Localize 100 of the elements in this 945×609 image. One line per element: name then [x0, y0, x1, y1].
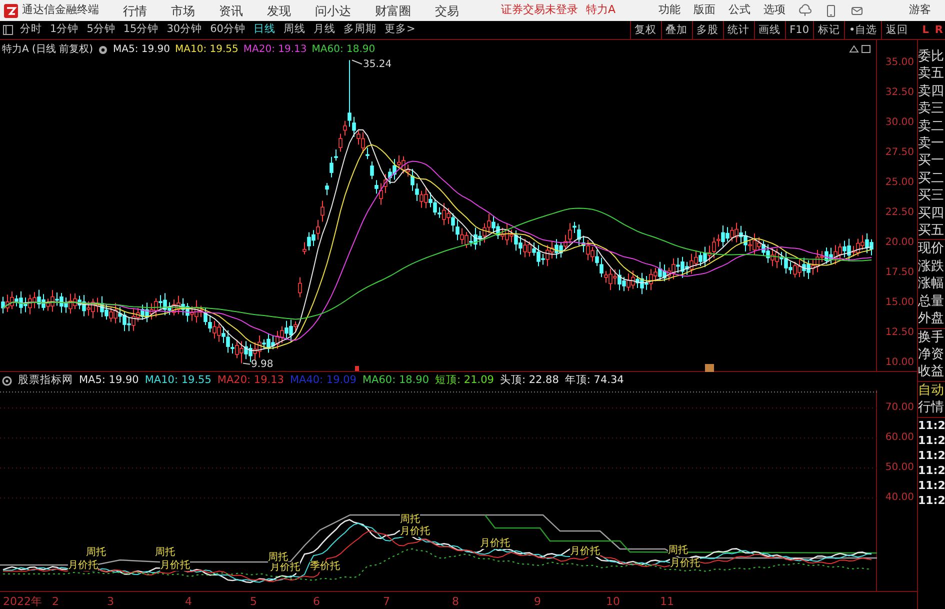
toolbar-button[interactable]: 统计	[722, 20, 754, 40]
panel-tab[interactable]: 行情	[918, 399, 945, 417]
price-axis-label: 20.00	[885, 237, 914, 249]
date-axis-label: 9	[534, 594, 541, 609]
period-tab[interactable]: 日线	[254, 22, 276, 38]
toolbar-menu-item[interactable]: 版面	[694, 2, 716, 19]
indicator-annotation: 月价托	[670, 558, 700, 569]
quote-field-label: 卖二	[918, 118, 945, 136]
price-axis-label: 17.50	[885, 267, 914, 279]
panel-toggle-icon[interactable]	[2, 24, 14, 36]
low-price-label: 9.98	[251, 358, 274, 372]
period-tab[interactable]: 月线	[314, 22, 336, 38]
menu-item[interactable]: 资讯	[219, 2, 243, 20]
price-axis-label: 35.00	[885, 57, 914, 69]
indicator-annotation: 月价托	[400, 526, 430, 537]
date-axis-label: 2	[52, 594, 59, 609]
date-axis-label: 3	[107, 594, 114, 609]
quote-field-label: 总量	[918, 292, 945, 310]
panel-tab[interactable]: 自动	[918, 380, 945, 400]
trade-time: 11:2	[918, 416, 945, 433]
period-tab[interactable]: 5分钟	[86, 22, 116, 38]
logo-icon	[4, 4, 18, 18]
menu-item[interactable]: 财富圈	[375, 2, 411, 20]
period-tab[interactable]: 30分钟	[166, 22, 202, 38]
indicator-annotation: 季价托	[310, 561, 340, 572]
high-price-label: 35.24	[363, 58, 392, 72]
price-axis-label: 10.00	[885, 357, 914, 369]
quote-field-label: 卖五	[918, 65, 945, 83]
menu-item[interactable]: 市场	[171, 2, 195, 20]
trade-time: 11:2	[918, 448, 945, 463]
toolbar-button[interactable]: 画线	[754, 20, 785, 40]
period-tab[interactable]: 15分钟	[123, 22, 159, 38]
toolbar-menu-item[interactable]: 功能	[658, 2, 681, 19]
trade-time: 11:2	[918, 462, 945, 478]
cloud-icon[interactable]	[798, 4, 812, 18]
quote-field-label: 卖一	[918, 135, 945, 152]
quote-field-label: 委比	[918, 48, 945, 66]
date-axis-label: 2022年	[3, 594, 42, 609]
menu-item[interactable]: 交易	[435, 2, 459, 20]
indicator-annotation: 周托	[86, 547, 106, 558]
menu-item[interactable]: 行情	[123, 2, 147, 20]
period-tab[interactable]: 1分钟	[50, 22, 79, 38]
app-name: 通达信金融终端	[22, 2, 99, 18]
quote-field-label: 涨幅	[918, 275, 945, 293]
quote-field-label: 买五	[918, 222, 945, 240]
indicator-value: MA60: 18.90	[362, 373, 430, 388]
toolbar-button[interactable]: 返回	[881, 20, 912, 40]
ma-value: MA60: 18.90	[312, 43, 376, 57]
period-tab[interactable]: 更多>	[384, 22, 416, 38]
menu-item[interactable]: 发现	[267, 2, 291, 20]
trade-time: 11:2	[918, 492, 945, 508]
indicator-annotation: 月价托	[480, 538, 510, 549]
toolbar-button[interactable]: 多股	[692, 20, 723, 40]
quote-field-label: 换手	[918, 328, 945, 346]
quote-field-label: 买四	[918, 204, 945, 222]
indicator-value: 年顶: 74.34	[564, 373, 624, 388]
toolbar-button[interactable]: 复权	[630, 20, 661, 40]
toolbar-menu-item[interactable]: 公式	[728, 2, 751, 19]
price-axis-label: 15.00	[885, 297, 914, 309]
indicator-annotation: 周托	[155, 547, 175, 558]
price-axis-label: 32.50	[885, 87, 914, 99]
period-tab[interactable]: 多周期	[344, 22, 376, 38]
indicator-annotation: 月价托	[68, 560, 98, 571]
quote-field-label: 卖三	[918, 100, 945, 118]
period-tab[interactable]: 周线	[284, 22, 306, 38]
layout-toggle[interactable]: L	[918, 20, 933, 40]
user-name[interactable]: 游客	[909, 2, 931, 19]
period-tab[interactable]: 60分钟	[210, 22, 246, 38]
trade-time: 11:2	[918, 478, 945, 493]
indicator-annotation: 周托	[268, 552, 288, 563]
toolbar-button[interactable]: •自选	[844, 20, 882, 40]
event-marker-icon[interactable]	[705, 364, 714, 372]
date-axis-label: 11	[660, 594, 674, 609]
toolbar-button[interactable]: F10	[784, 20, 813, 40]
indicator-axis-label: 60.00	[885, 432, 914, 444]
indicator-value: MA10: 19.55	[144, 373, 212, 388]
price-axis-label: 30.00	[885, 117, 914, 129]
indicator-value: MA40: 19.09	[290, 373, 356, 388]
event-marker-icon[interactable]	[355, 366, 359, 371]
ma-value: MA20: 19.13	[243, 43, 307, 57]
indicator-value: 短顶: 21.09	[435, 373, 494, 388]
menu-item[interactable]: 问小达	[315, 2, 351, 20]
indicator-annotation: 周托	[668, 545, 688, 556]
login-status: 证券交易未登录	[501, 2, 578, 18]
ma-value: MA5: 19.90	[113, 43, 170, 57]
period-tab[interactable]: 分时	[20, 22, 42, 38]
indicator-value: MA5: 19.90	[79, 373, 139, 388]
layout-toggle[interactable]: R	[932, 20, 945, 40]
indicator-axis-label: 40.00	[885, 492, 914, 504]
toolbar-menu-item[interactable]: 选项	[764, 2, 786, 19]
date-axis-label: 7	[383, 594, 390, 609]
window-control-icon	[848, 44, 872, 54]
quote-field-label: 净资	[918, 346, 945, 364]
toolbar-button[interactable]: 标记	[813, 20, 844, 40]
gear-icon	[2, 376, 12, 386]
quote-field-label: 现价	[918, 239, 945, 258]
trade-time: 11:2	[918, 432, 945, 448]
toolbar-button[interactable]: 叠加	[660, 20, 692, 40]
quote-field-label: 外盘	[918, 310, 945, 328]
indicator-value: 头顶: 22.88	[500, 373, 559, 388]
